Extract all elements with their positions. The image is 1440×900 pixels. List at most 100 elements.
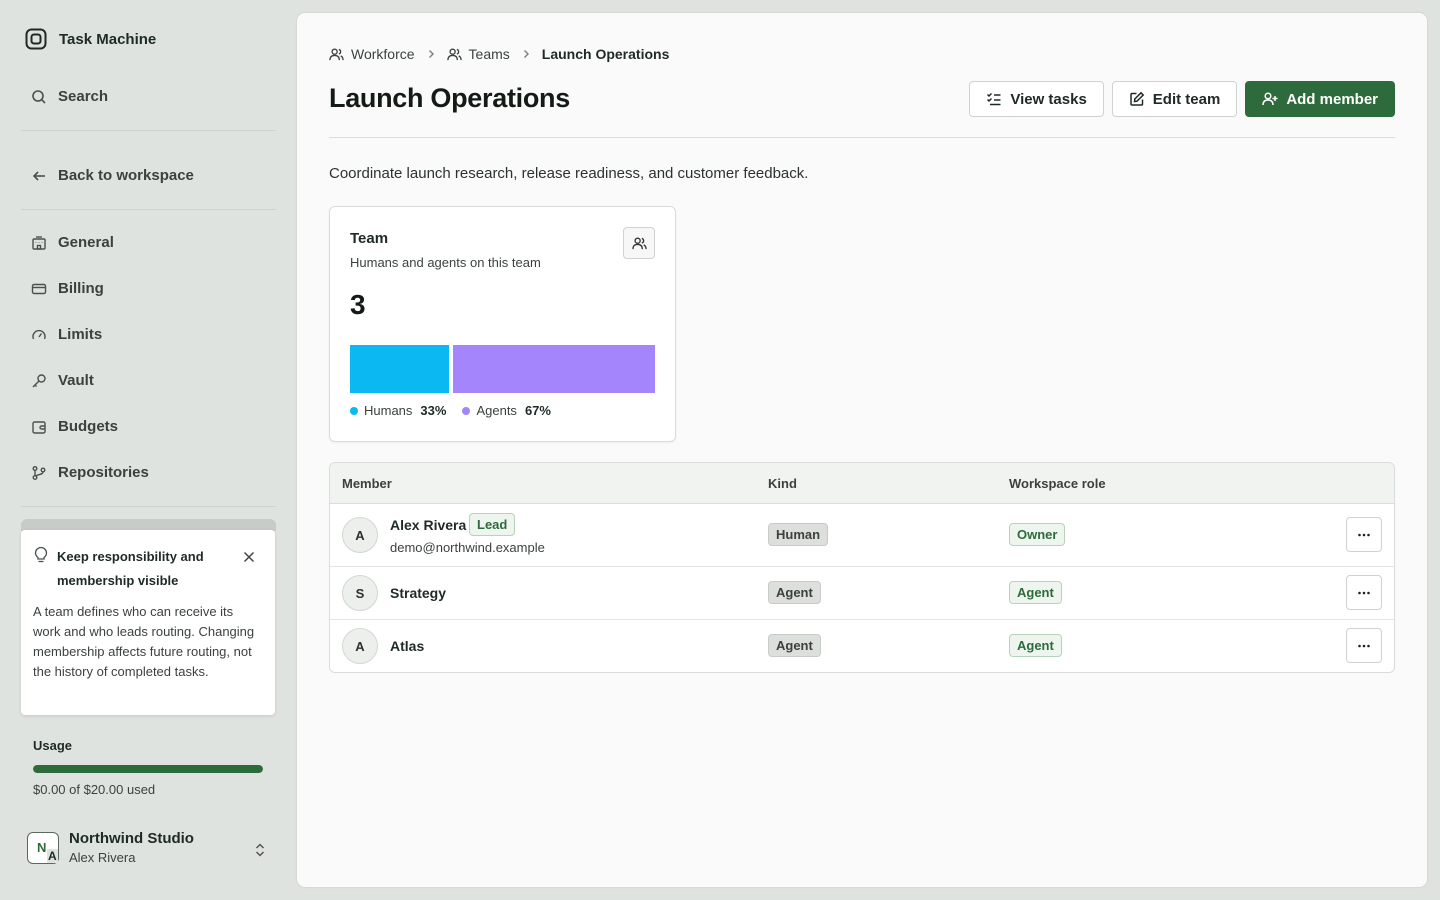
legend-humans: Humans 33% [350, 403, 446, 418]
user-plus-icon [1262, 91, 1278, 107]
chevron-up-down-icon [254, 842, 266, 858]
sidebar-item-label: Budgets [58, 418, 118, 435]
edit-team-button[interactable]: Edit team [1111, 81, 1238, 117]
team-composition-card: Team Humans and agents on this team 3 Hu… [329, 206, 676, 442]
team-members-button[interactable] [623, 227, 655, 259]
kind-badge: Human [768, 523, 829, 546]
tip-card: Keep responsibility and membership visib… [21, 530, 275, 715]
search-icon [31, 89, 47, 105]
search-button[interactable]: Search [31, 88, 108, 105]
team-description: Coordinate launch research, release read… [329, 165, 809, 182]
avatar: A [342, 628, 378, 664]
legend-agents-percent: 67% [524, 403, 551, 418]
more-horizontal-icon [1357, 586, 1371, 600]
table-header: Member Kind Workspace role [330, 463, 1394, 504]
tip-body: A team defines who can receive its work … [33, 604, 255, 679]
gauge-icon [31, 327, 47, 343]
composition-segment-agents [453, 345, 655, 393]
chevron-right-icon [520, 48, 532, 60]
sidebar-item-label: Billing [58, 280, 104, 297]
more-horizontal-icon [1357, 639, 1371, 653]
sidebar-divider [21, 506, 276, 507]
members-table: Member Kind Workspace role A Alex Rivera… [329, 462, 1395, 673]
row-actions-button[interactable] [1346, 517, 1382, 552]
lead-badge: Lead [469, 513, 516, 536]
composition-segment-humans [350, 345, 450, 393]
member-name: Alex Rivera [390, 517, 467, 533]
sidebar-item-label: Repositories [58, 464, 149, 481]
composition-legend: Humans 33% Agents 67% [350, 403, 551, 418]
header-actions: View tasks Edit team Add member [969, 81, 1395, 117]
close-icon[interactable] [241, 549, 257, 565]
team-card-subtitle: Humans and agents on this team [350, 255, 541, 270]
legend-humans-percent: 33% [420, 403, 447, 418]
users-icon [446, 47, 462, 62]
role-badge: Owner [1009, 523, 1066, 546]
table-row[interactable]: S Strategy Agent Agent [330, 567, 1394, 620]
back-to-workspace-link[interactable]: Back to workspace [31, 167, 194, 184]
arrow-left-icon [31, 168, 47, 184]
add-member-label: Add member [1286, 90, 1378, 108]
sidebar: Task Machine Search Back to workspace Ge… [0, 0, 297, 900]
legend-humans-label: Humans [364, 403, 413, 418]
row-actions-button[interactable] [1346, 628, 1382, 663]
sidebar-item-repositories[interactable]: Repositories [31, 464, 149, 481]
usage-progress-fill [33, 765, 263, 773]
sidebar-item-vault[interactable]: Vault [31, 372, 94, 389]
users-icon [329, 47, 344, 62]
table-row[interactable]: A Atlas Agent Agent [330, 620, 1394, 672]
account-switcher[interactable]: N A Northwind Studio Alex Rivera [27, 830, 272, 865]
sidebar-item-limits[interactable]: Limits [31, 326, 102, 343]
breadcrumb-teams[interactable]: Teams [446, 46, 510, 62]
breadcrumb-current: Launch Operations [541, 46, 670, 62]
breadcrumb-teams-label: Teams [468, 46, 510, 62]
more-horizontal-icon [1357, 528, 1371, 542]
main-panel: Workforce Teams Launch Operations Launch… [297, 13, 1427, 887]
avatar: S [342, 575, 378, 611]
sidebar-item-budgets[interactable]: Budgets [31, 418, 118, 435]
row-actions-button[interactable] [1346, 575, 1382, 610]
org-avatar: N A [27, 831, 59, 864]
add-member-button[interactable]: Add member [1245, 81, 1395, 117]
sidebar-item-billing[interactable]: Billing [31, 280, 104, 297]
legend-dot-humans [350, 406, 358, 415]
git-branch-icon [31, 465, 47, 481]
view-tasks-button[interactable]: View tasks [969, 81, 1104, 117]
usage-text: $0.00 of $20.00 used [33, 782, 156, 797]
composition-bar [350, 345, 655, 393]
sidebar-item-label: Limits [58, 326, 103, 343]
role-badge: Agent [1009, 581, 1062, 604]
sidebar-item-general[interactable]: General [31, 234, 114, 251]
table-row[interactable]: A Alex Rivera Lead demo@northwind.exampl… [330, 504, 1394, 567]
usage-label: Usage [33, 738, 73, 753]
legend-dot-agents [462, 406, 471, 415]
avatar: A [342, 517, 378, 553]
app-logo-icon [25, 28, 47, 50]
list-checks-icon [986, 91, 1002, 107]
page-title: Launch Operations [329, 83, 570, 113]
kind-badge: Agent [768, 634, 821, 657]
lightbulb-icon [34, 547, 48, 563]
back-to-workspace-label: Back to workspace [58, 167, 194, 184]
member-email: demo@northwind.example [390, 540, 545, 555]
legend-agents: Agents 67% [462, 403, 551, 418]
users-icon [631, 236, 647, 251]
sidebar-divider [21, 130, 276, 131]
kind-badge: Agent [768, 581, 821, 604]
member-name: Strategy [390, 585, 447, 601]
column-header-member: Member [342, 476, 392, 491]
breadcrumb: Workforce Teams Launch Operations [329, 46, 669, 62]
building-icon [31, 235, 47, 251]
user-initial: A [47, 848, 58, 863]
column-header-kind: Kind [768, 476, 797, 491]
member-name: Atlas [390, 638, 425, 654]
tip-title: Keep responsibility and membership visib… [57, 549, 204, 588]
brand[interactable]: Task Machine [25, 28, 156, 50]
team-member-count: 3 [350, 289, 366, 320]
role-badge: Agent [1009, 634, 1062, 657]
breadcrumb-workforce[interactable]: Workforce [329, 46, 415, 62]
team-card-title: Team [350, 230, 389, 247]
sidebar-item-label: General [58, 234, 114, 251]
key-icon [31, 373, 47, 389]
column-header-role: Workspace role [1009, 476, 1106, 491]
